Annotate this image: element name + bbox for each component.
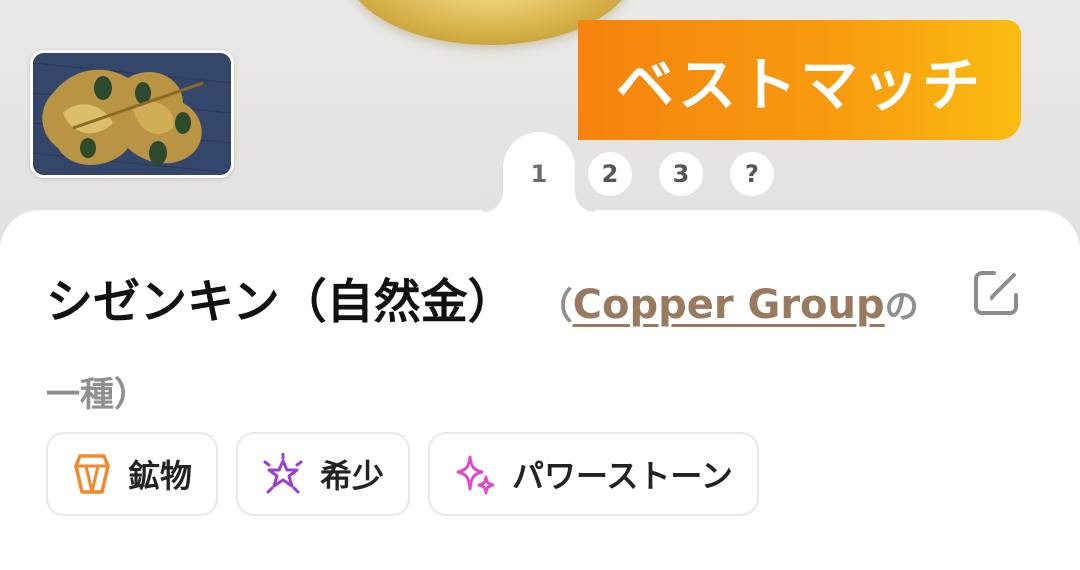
sparkle-burst-icon (262, 453, 304, 495)
group-paren-open: （ (554, 286, 573, 327)
tab-1[interactable]: 1 (503, 152, 575, 196)
chip-mineral[interactable]: 鉱物 (46, 432, 219, 516)
edit-icon[interactable] (970, 267, 1022, 319)
crystal-icon (72, 452, 112, 496)
chip-power-stone[interactable]: パワーストーン (428, 432, 759, 516)
tab-3[interactable]: 3 (659, 152, 703, 196)
mineral-name: シゼンキン（自然金） (46, 275, 515, 330)
chip-rare[interactable]: 希少 (236, 432, 411, 516)
tag-chips: 鉱物 希少 パワーストーン (46, 432, 759, 516)
chip-label: 希少 (320, 457, 385, 495)
best-match-badge: ベストマッチ (578, 20, 1021, 140)
brooch-image (33, 53, 231, 175)
specimen-thumbnail[interactable] (30, 50, 234, 178)
tab-corner-left (483, 192, 503, 212)
sparkles-icon (454, 453, 496, 495)
chip-label: パワーストーン (512, 457, 733, 495)
group-link[interactable]: Copper Group (573, 282, 885, 328)
result-title: シゼンキン（自然金） （Copper Groupの一種） (46, 262, 926, 442)
tab-2[interactable]: 2 (588, 152, 632, 196)
tab-unknown[interactable]: ? (730, 152, 774, 196)
chip-label: 鉱物 (128, 457, 193, 495)
tab-corner-right (575, 192, 595, 212)
